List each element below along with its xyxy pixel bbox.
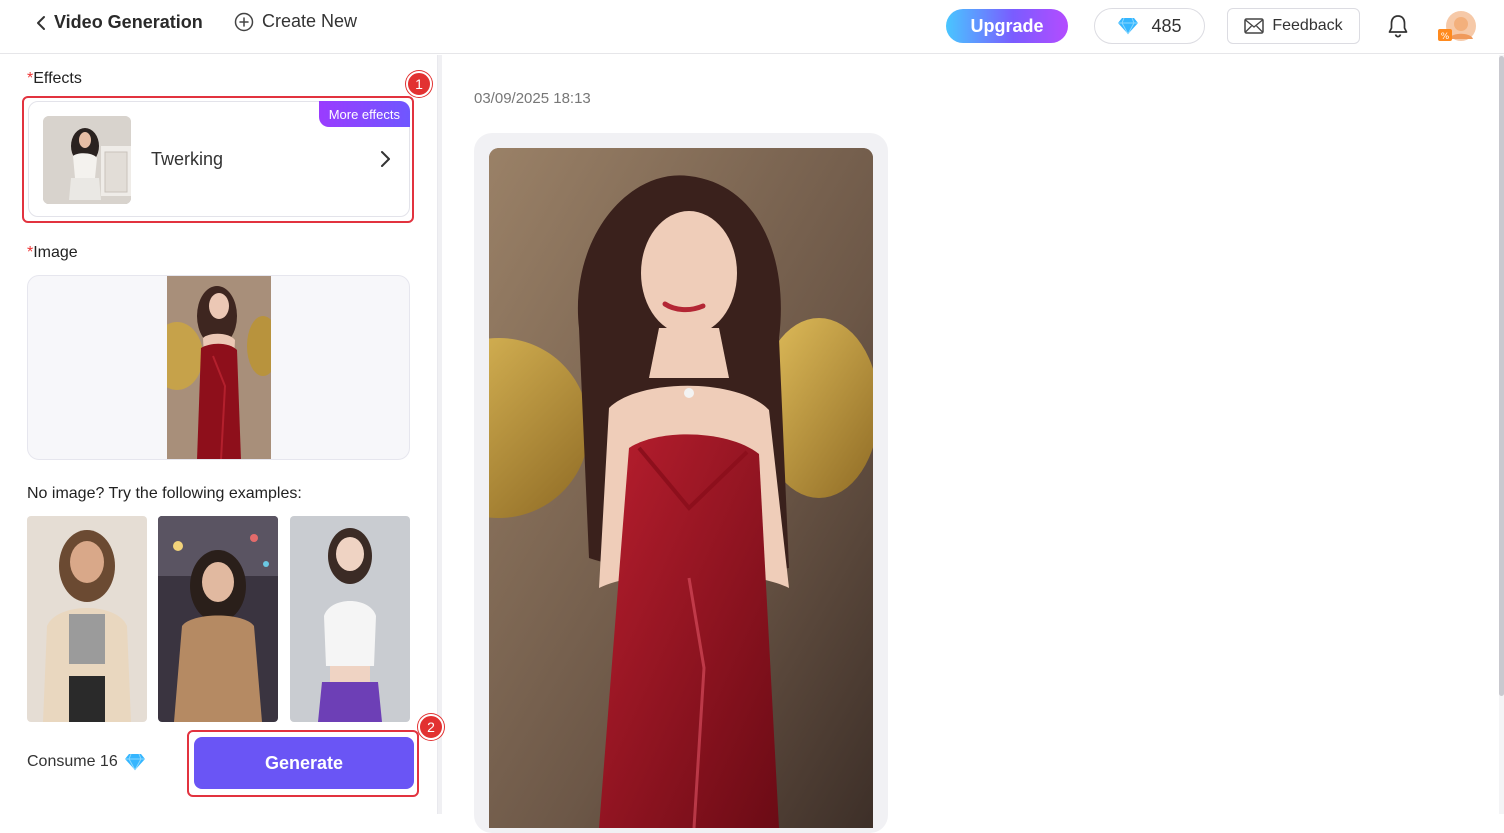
examples-label: No image? Try the following examples: xyxy=(27,485,302,502)
page-scrollbar-thumb[interactable] xyxy=(1499,56,1504,696)
effect-preview-image xyxy=(43,116,131,204)
credits-balance[interactable]: 485 xyxy=(1094,8,1205,44)
top-bar: Video Generation Create New Upgrade 485 … xyxy=(0,0,1504,54)
effect-name: Twerking xyxy=(151,149,224,169)
create-new-label: Create New xyxy=(262,11,358,31)
result-image[interactable] xyxy=(489,148,873,828)
effects-label: *Effects xyxy=(27,70,82,87)
annotation-badge-1: 1 xyxy=(406,71,432,97)
create-new-button[interactable]: Create New xyxy=(234,11,357,32)
upgrade-button[interactable]: Upgrade xyxy=(946,9,1068,43)
chevron-right-icon xyxy=(379,150,391,173)
example-image-1[interactable] xyxy=(27,516,147,722)
consume-label: Consume 16 xyxy=(27,753,118,770)
feedback-label: Feedback xyxy=(1272,17,1343,34)
diamond-icon xyxy=(1118,17,1139,35)
diamond-icon xyxy=(124,753,145,771)
svg-text:%: % xyxy=(1441,32,1450,42)
uploaded-image xyxy=(167,276,271,459)
avatar[interactable]: % xyxy=(1437,10,1479,44)
annotation-badge-2: 2 xyxy=(418,714,444,740)
plus-circle-icon xyxy=(234,12,254,31)
example-image-3[interactable] xyxy=(290,516,410,722)
generate-button[interactable]: Generate xyxy=(194,737,414,789)
bell-icon xyxy=(1388,15,1408,38)
example-image-2[interactable] xyxy=(158,516,278,722)
back-button[interactable] xyxy=(28,9,54,37)
image-label: *Image xyxy=(27,244,78,261)
mail-icon xyxy=(1244,18,1265,34)
effect-thumbnail xyxy=(43,116,131,204)
page-title: Video Generation xyxy=(54,12,203,32)
avatar-image: % xyxy=(1438,11,1476,42)
effect-selector[interactable]: Twerking More effects xyxy=(28,101,410,217)
more-effects-badge[interactable]: More effects xyxy=(318,101,410,127)
panel-divider xyxy=(438,55,442,814)
result-timestamp: 03/09/2025 18:13 xyxy=(474,90,591,107)
credits-value: 485 xyxy=(1151,15,1182,36)
feedback-button[interactable]: Feedback xyxy=(1227,8,1360,44)
chevron-left-icon xyxy=(37,16,45,30)
image-upload-area[interactable] xyxy=(27,275,410,460)
consume-cost: Consume 16 xyxy=(27,753,146,771)
notifications-button[interactable] xyxy=(1386,13,1412,41)
